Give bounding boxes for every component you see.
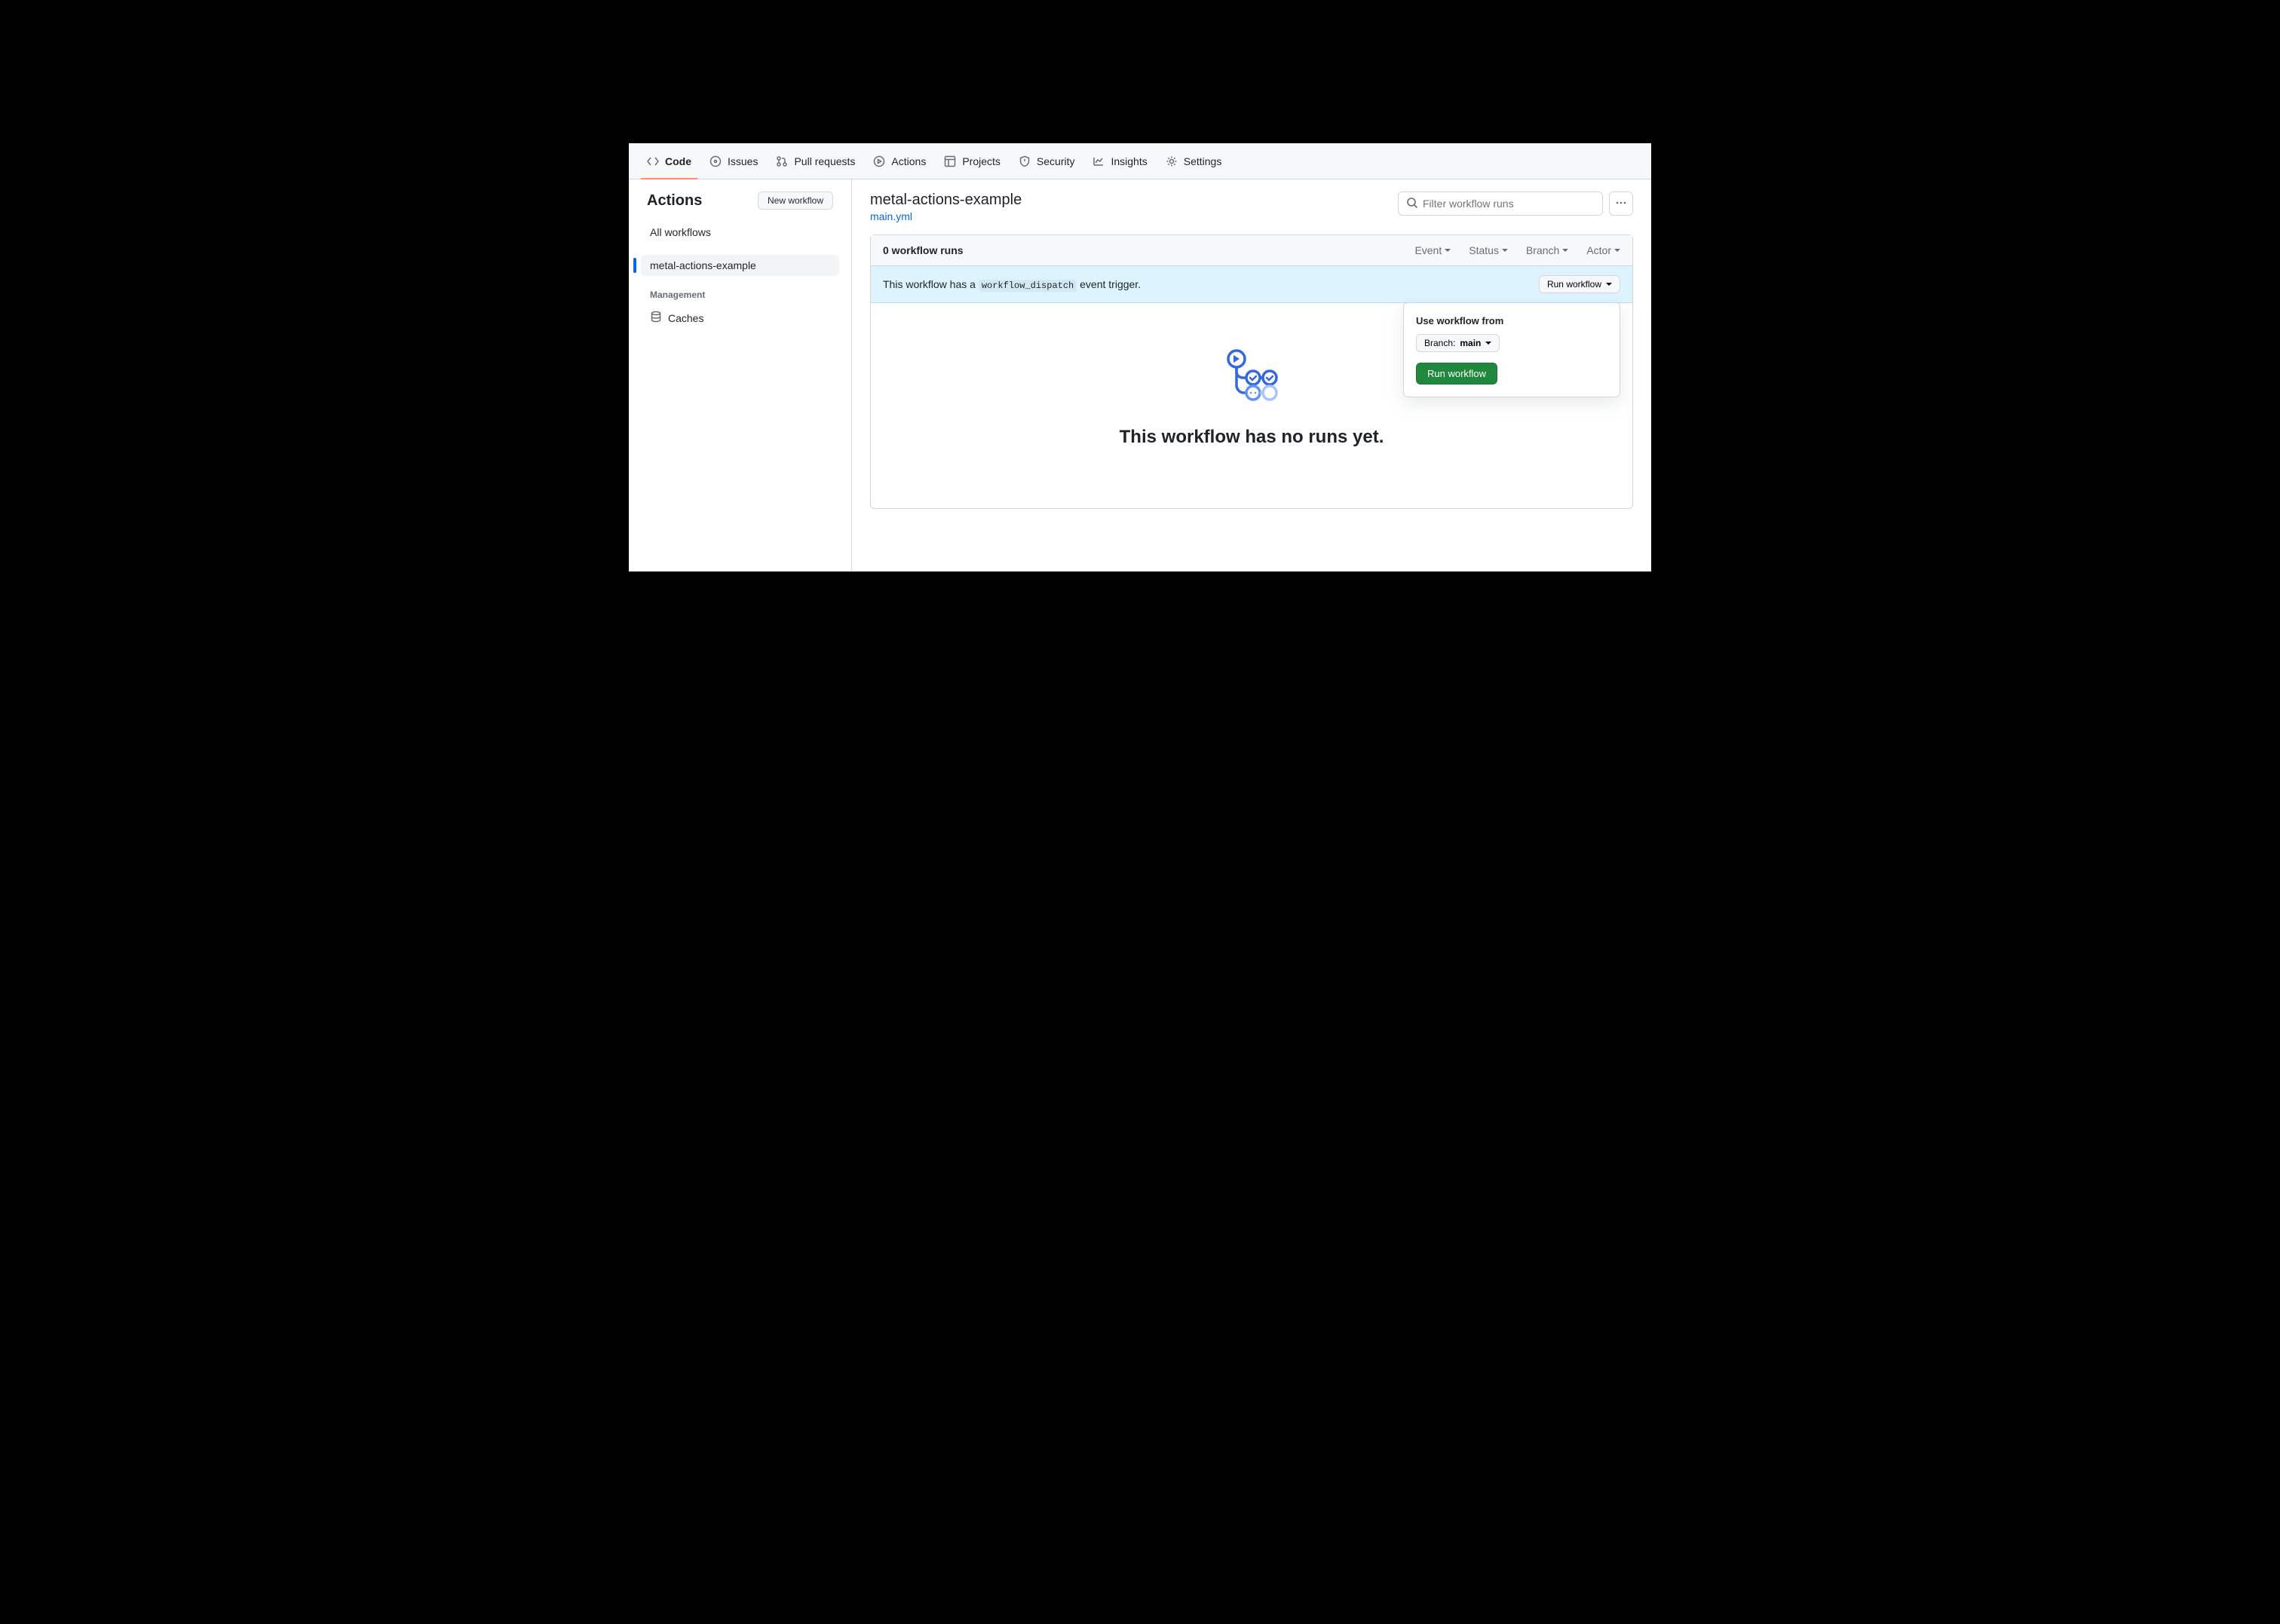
filter-actor[interactable]: Actor <box>1586 244 1620 256</box>
sidebar-section-management: Management <box>641 277 839 305</box>
chevron-down-icon <box>1606 283 1612 286</box>
main-content: metal-actions-example main.yml 0 workflo… <box>852 179 1651 571</box>
runs-count: 0 workflow runs <box>883 244 964 256</box>
more-options-button[interactable] <box>1609 192 1633 216</box>
chevron-down-icon <box>1502 249 1508 252</box>
run-workflow-dropdown-button[interactable]: Run workflow <box>1539 275 1620 293</box>
runs-filter-group: Event Status Branch Actor <box>1414 244 1620 256</box>
chevron-down-icon <box>1445 249 1451 252</box>
tab-label: Code <box>665 155 691 167</box>
tab-projects[interactable]: Projects <box>938 143 1007 179</box>
popover-title: Use workflow from <box>1416 315 1607 326</box>
filter-event[interactable]: Event <box>1414 244 1451 256</box>
workflow-illustration-icon <box>1221 348 1282 409</box>
issue-icon <box>709 155 722 167</box>
tab-label: Insights <box>1111 155 1147 167</box>
tab-code[interactable]: Code <box>641 143 697 179</box>
chevron-down-icon <box>1485 342 1491 345</box>
gear-icon <box>1166 155 1178 167</box>
body-layout: Actions New workflow All workflows metal… <box>629 179 1651 571</box>
tab-pull-requests[interactable]: Pull requests <box>770 143 861 179</box>
actions-sidebar: Actions New workflow All workflows metal… <box>629 179 852 571</box>
shield-icon <box>1019 155 1031 167</box>
kebab-icon <box>1615 197 1627 211</box>
sidebar-caches[interactable]: Caches <box>641 306 839 329</box>
workflow-title: metal-actions-example <box>870 192 1022 209</box>
sidebar-title: Actions <box>647 192 702 210</box>
sidebar-header: Actions New workflow <box>641 192 839 210</box>
workflow-file-link[interactable]: main.yml <box>870 210 1022 222</box>
database-icon <box>650 311 662 325</box>
new-workflow-button[interactable]: New workflow <box>758 192 833 210</box>
tab-settings[interactable]: Settings <box>1160 143 1228 179</box>
runs-panel-header: 0 workflow runs Event Status Branch Acto… <box>871 235 1632 266</box>
tab-actions[interactable]: Actions <box>867 143 932 179</box>
filter-status[interactable]: Status <box>1469 244 1508 256</box>
sidebar-all-workflows[interactable]: All workflows <box>641 222 839 243</box>
sidebar-workflow-item[interactable]: metal-actions-example <box>641 255 839 276</box>
pull-request-icon <box>776 155 788 167</box>
tab-security[interactable]: Security <box>1013 143 1081 179</box>
projects-icon <box>944 155 956 167</box>
workflow-dispatch-bar: This workflow has a workflow_dispatch ev… <box>871 266 1632 303</box>
app-window: Code Issues Pull requests Actions Projec… <box>629 143 1651 571</box>
run-workflow-popover: Use workflow from Branch: main Run workf… <box>1403 302 1620 397</box>
filter-runs-search[interactable] <box>1398 192 1603 216</box>
tab-label: Projects <box>962 155 1001 167</box>
repo-nav: Code Issues Pull requests Actions Projec… <box>629 143 1651 179</box>
run-workflow-submit-button[interactable]: Run workflow <box>1416 363 1497 385</box>
sidebar-item-label: Caches <box>668 312 703 324</box>
search-icon <box>1406 197 1418 211</box>
play-icon <box>873 155 885 167</box>
tab-label: Settings <box>1184 155 1222 167</box>
tab-insights[interactable]: Insights <box>1086 143 1153 179</box>
graph-icon <box>1092 155 1105 167</box>
tab-label: Actions <box>891 155 926 167</box>
runs-panel: 0 workflow runs Event Status Branch Acto… <box>870 234 1633 509</box>
dispatch-trigger-code: workflow_dispatch <box>979 280 1077 292</box>
empty-title: This workflow has no runs yet. <box>886 427 1617 448</box>
dispatch-message: This workflow has a workflow_dispatch ev… <box>883 278 1141 291</box>
main-header: metal-actions-example main.yml <box>870 192 1633 222</box>
filter-branch[interactable]: Branch <box>1526 244 1568 256</box>
chevron-down-icon <box>1614 249 1620 252</box>
chevron-down-icon <box>1562 249 1568 252</box>
tab-label: Security <box>1037 155 1075 167</box>
branch-select-button[interactable]: Branch: main <box>1416 334 1500 352</box>
tab-label: Issues <box>728 155 758 167</box>
tab-issues[interactable]: Issues <box>703 143 764 179</box>
code-icon <box>647 155 659 167</box>
tab-label: Pull requests <box>794 155 855 167</box>
filter-runs-input[interactable] <box>1423 198 1595 210</box>
